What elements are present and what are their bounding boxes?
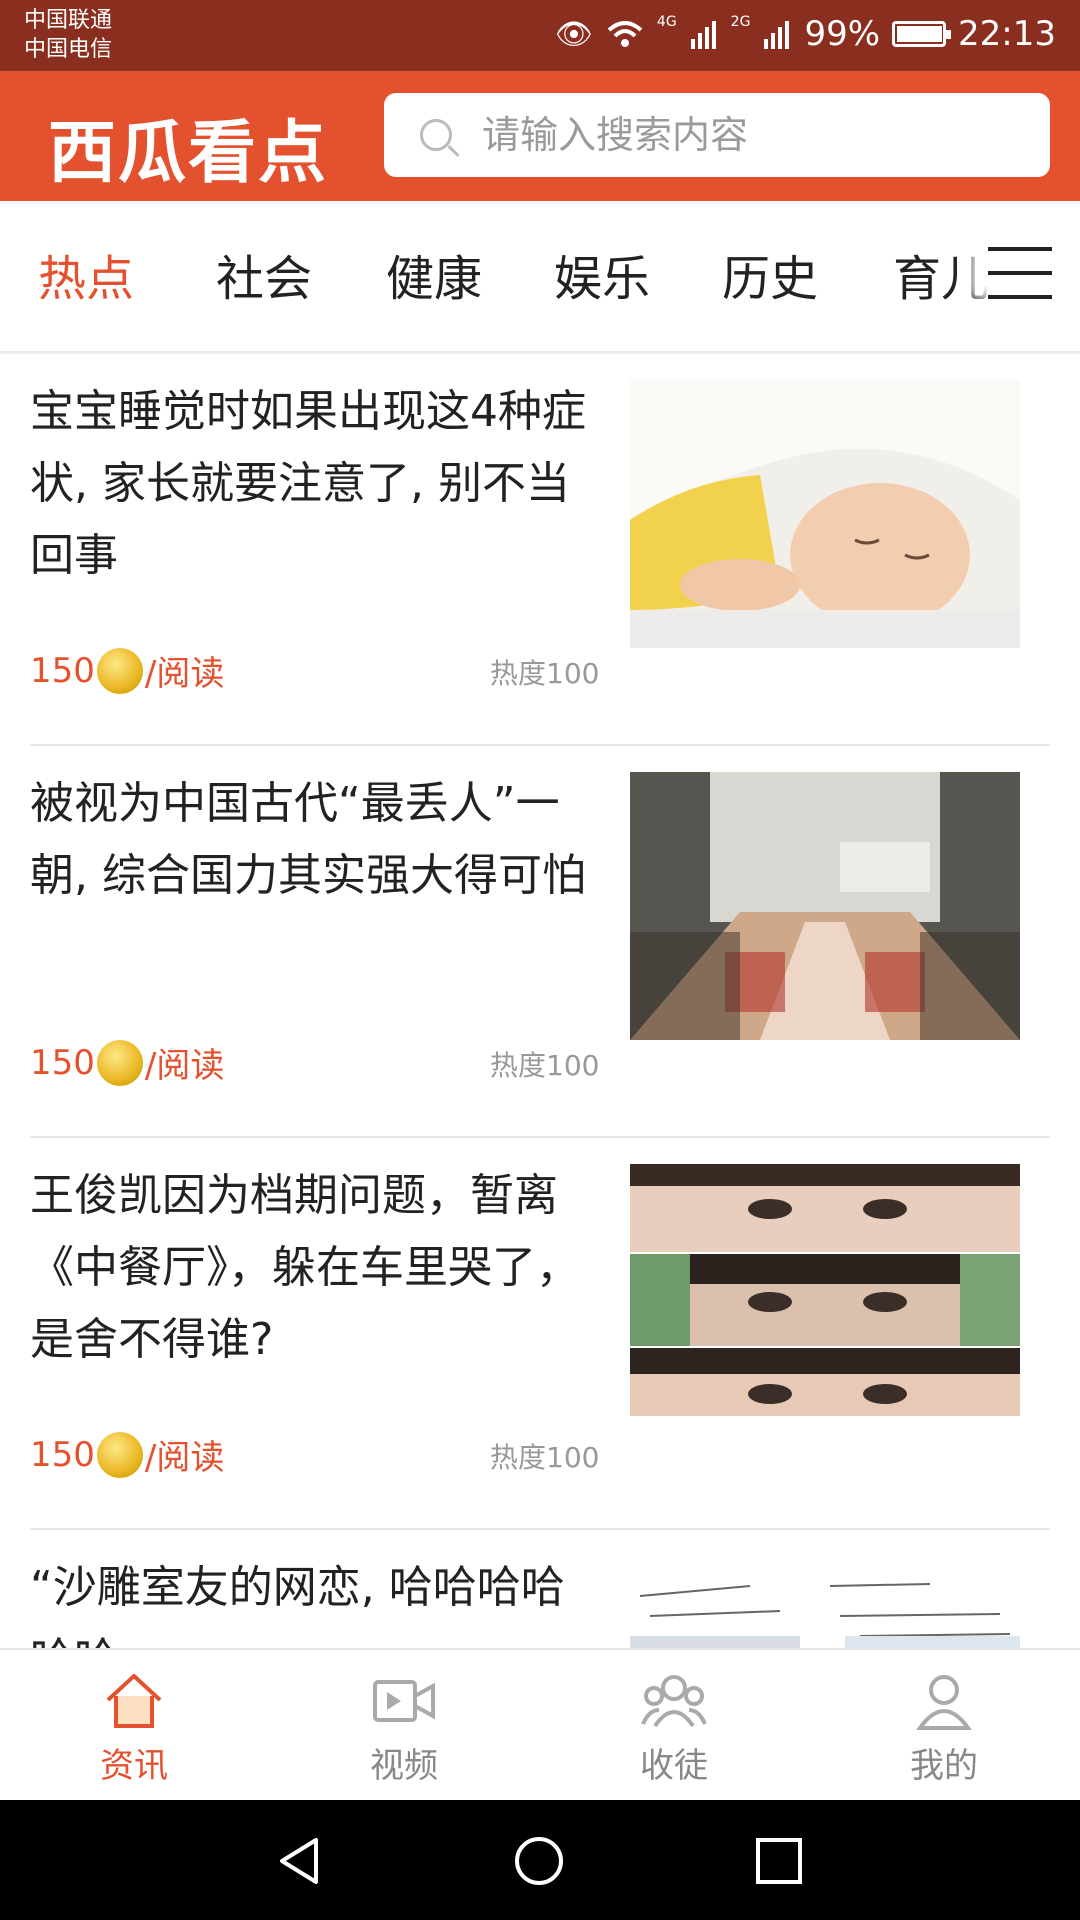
coin-icon xyxy=(96,1039,143,1086)
nav-profile[interactable]: 我的 xyxy=(874,1666,1014,1787)
coin-icon xyxy=(96,647,143,694)
app-header: 西瓜看点 xyxy=(0,71,1080,201)
back-icon[interactable] xyxy=(272,1834,326,1888)
battery-percent: 99% xyxy=(804,14,881,54)
recents-icon[interactable] xyxy=(752,1834,806,1888)
reward-amount: 150 xyxy=(30,1434,95,1475)
search-box[interactable] xyxy=(384,93,1050,177)
user-icon xyxy=(874,1666,1014,1736)
wifi-icon xyxy=(607,21,643,47)
home-button-icon[interactable] xyxy=(512,1834,566,1888)
news-thumbnail[interactable] xyxy=(630,772,1020,1040)
video-icon xyxy=(334,1666,474,1736)
news-item[interactable]: 宝宝睡觉时如果出现这4种症状, 家长就要注意了, 别不当回事 150 /阅读 热… xyxy=(30,354,1050,746)
hot-score: 热度100 xyxy=(490,1049,600,1082)
news-item[interactable]: 被视为中国古代“最丢人”一朝, 综合国力其实强大得可怕 150 /阅读 热度10… xyxy=(30,746,1050,1138)
tab-health[interactable]: 健康 xyxy=(386,239,482,309)
clock: 22:13 xyxy=(958,14,1056,54)
nav-news[interactable]: 资讯 xyxy=(64,1666,204,1787)
app-logo: 西瓜看点 xyxy=(48,113,329,193)
battery-icon xyxy=(892,21,952,47)
reward-amount: 150 xyxy=(30,1042,95,1083)
carrier-1: 中国联通 xyxy=(24,8,113,33)
reward-info: 150 /阅读 xyxy=(30,646,224,695)
nav-video[interactable]: 视频 xyxy=(334,1666,474,1787)
signal-icon xyxy=(690,21,716,49)
reward-suffix: /阅读 xyxy=(144,1438,225,1478)
group-icon xyxy=(604,1666,744,1736)
reward-info: 150 /阅读 xyxy=(30,1038,224,1087)
search-icon xyxy=(420,119,452,151)
network-type-1: 4G xyxy=(656,14,677,30)
tab-entertainment[interactable]: 娱乐 xyxy=(554,239,650,309)
news-title[interactable]: 被视为中国古代“最丢人”一朝, 综合国力其实强大得可怕 xyxy=(30,768,600,912)
carrier-info: 中国联通 中国电信 xyxy=(24,6,112,64)
reward-amount: 150 xyxy=(30,650,95,691)
news-item[interactable]: “沙雕室友的网恋, 哈哈哈哈哈哈 xyxy=(30,1530,1050,1650)
tab-hot[interactable]: 热点 xyxy=(38,239,134,309)
system-navigation-bar xyxy=(0,1800,1080,1920)
reward-info: 150 /阅读 xyxy=(30,1430,224,1479)
menu-icon[interactable] xyxy=(988,247,1052,299)
status-bar: 中国联通 中国电信 👁 4G 2G 99% 22:13 xyxy=(0,0,1080,71)
nav-apprentice[interactable]: 收徒 xyxy=(604,1666,744,1787)
news-item[interactable]: 王俊凯因为档期问题，暂离《中餐厅》，躲在车里哭了，是舍不得谁? 150 /阅读 … xyxy=(30,1138,1050,1530)
news-thumbnail[interactable] xyxy=(630,1164,1020,1432)
nav-profile-label: 我的 xyxy=(910,1746,978,1786)
carrier-2: 中国电信 xyxy=(24,37,113,62)
nav-news-label: 资讯 xyxy=(100,1746,168,1786)
news-title[interactable]: 宝宝睡觉时如果出现这4种症状, 家长就要注意了, 别不当回事 xyxy=(30,376,600,592)
home-icon xyxy=(64,1666,204,1736)
signal-icon-2 xyxy=(764,21,790,49)
reward-suffix: /阅读 xyxy=(144,654,225,694)
news-thumbnail[interactable] xyxy=(630,380,1020,648)
search-input[interactable] xyxy=(480,112,1004,158)
category-tabs: 热点 社会 健康 娱乐 历史 育儿 xyxy=(0,201,1080,354)
hot-score: 热度100 xyxy=(490,1441,600,1474)
tab-parenting[interactable]: 育儿 xyxy=(893,239,989,309)
nav-video-label: 视频 xyxy=(370,1746,438,1786)
network-type-2: 2G xyxy=(730,14,751,30)
coin-icon xyxy=(96,1431,143,1478)
bottom-navigation: 资讯 视频 收徒 我的 xyxy=(0,1648,1080,1802)
tab-history[interactable]: 历史 xyxy=(722,239,818,309)
news-thumbnail[interactable] xyxy=(630,1556,1020,1650)
eye-icon: 👁 xyxy=(554,16,593,52)
nav-apprentice-label: 收徒 xyxy=(640,1746,708,1786)
news-title[interactable]: 王俊凯因为档期问题，暂离《中餐厅》，躲在车里哭了，是舍不得谁? xyxy=(30,1160,600,1376)
reward-suffix: /阅读 xyxy=(144,1046,225,1086)
status-icons: 👁 4G 2G 99% 22:13 xyxy=(555,14,1056,54)
hot-score: 热度100 xyxy=(490,657,600,690)
tab-society[interactable]: 社会 xyxy=(216,239,312,309)
news-feed[interactable]: 宝宝睡觉时如果出现这4种症状, 家长就要注意了, 别不当回事 150 /阅读 热… xyxy=(0,354,1080,1650)
news-title[interactable]: “沙雕室友的网恋, 哈哈哈哈哈哈 xyxy=(30,1552,600,1650)
